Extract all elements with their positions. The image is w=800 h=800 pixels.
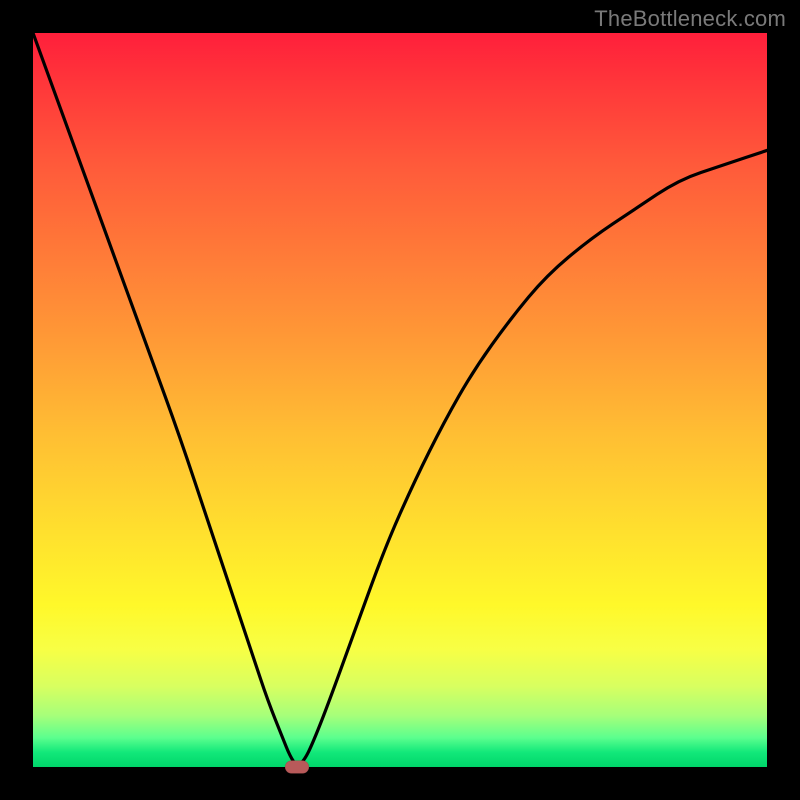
watermark-label: TheBottleneck.com <box>594 6 786 32</box>
bottleneck-curve <box>33 33 767 767</box>
minimum-marker <box>285 761 309 774</box>
plot-area <box>33 33 767 767</box>
chart-frame: TheBottleneck.com <box>0 0 800 800</box>
